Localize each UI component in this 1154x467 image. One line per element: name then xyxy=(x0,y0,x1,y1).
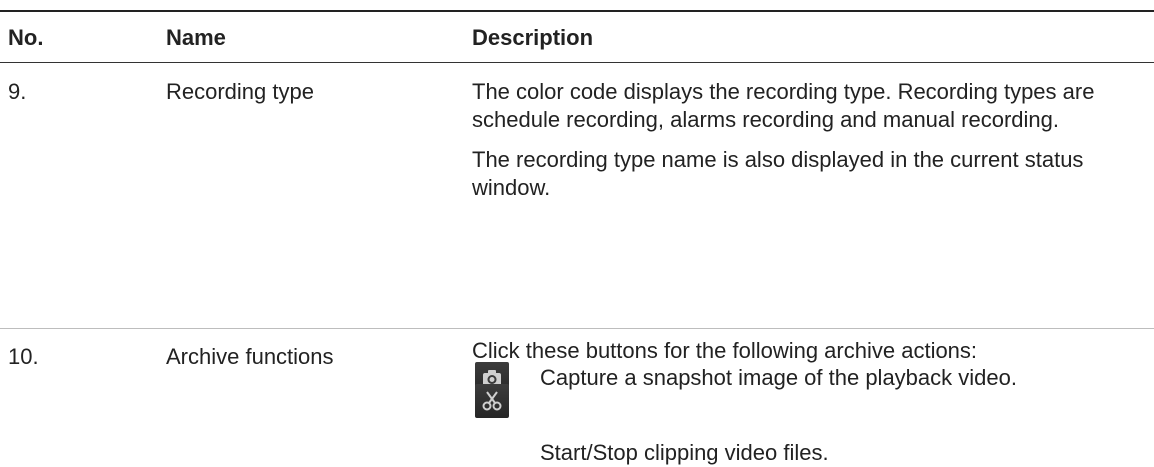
snapshot-action-text: Capture a snapshot image of the playback… xyxy=(540,365,1017,390)
header-no: No. xyxy=(8,25,44,50)
clipping-action-text: Start/Stop clipping video files. xyxy=(540,440,829,465)
table-top-rule xyxy=(0,10,1154,12)
description-table: No. Name Description 9. Recording type T… xyxy=(0,0,1154,465)
row-10-intro: Click these buttons for the following ar… xyxy=(472,338,978,363)
row-10-number: 10. xyxy=(8,344,39,369)
row-9-description: The color code displays the recording ty… xyxy=(472,78,1152,202)
header-name: Name xyxy=(166,25,226,50)
row-10-name: Archive functions xyxy=(166,344,334,369)
row-9-name: Recording type xyxy=(166,79,314,104)
row-separator xyxy=(0,328,1154,329)
row-9-paragraph-2: The recording type name is also displaye… xyxy=(472,147,1084,200)
scissors-icon xyxy=(475,384,509,418)
header-rule xyxy=(0,62,1154,63)
header-description: Description xyxy=(472,25,594,50)
row-9-number: 9. xyxy=(8,79,27,104)
row-9-paragraph-1: The color code displays the recording ty… xyxy=(472,79,1095,132)
